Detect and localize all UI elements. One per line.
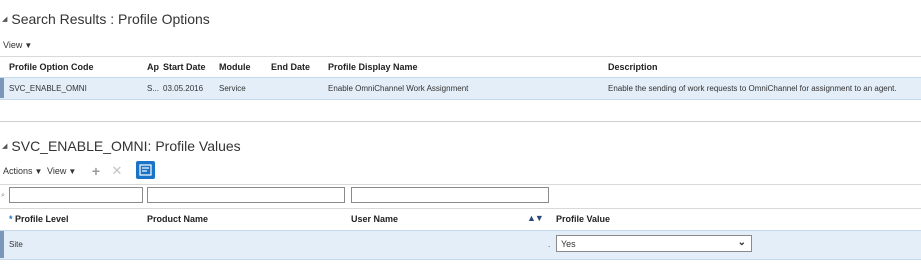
filter-user-name-input[interactable]: [351, 187, 549, 203]
filter-product-name-input[interactable]: [147, 187, 345, 203]
profile-value-select[interactable]: Yes ⌄: [556, 235, 752, 252]
cell-start-date: 03.05.2016: [163, 84, 204, 93]
chevron-down-icon: ▼: [24, 40, 33, 50]
col-header-profile-display-name[interactable]: Profile Display Name: [328, 62, 418, 72]
view-menu[interactable]: View ▼: [3, 40, 32, 50]
profile-values-header: ◢ SVC_ENABLE_OMNI: Profile Values: [2, 138, 241, 154]
cell-profile-level: Site: [9, 240, 23, 249]
query-by-example-button[interactable]: [136, 161, 155, 179]
filter-profile-level-input[interactable]: [9, 187, 143, 203]
search-results-header: ◢ Search Results : Profile Options: [2, 11, 210, 27]
section-divider: [0, 121, 921, 122]
collapse-triangle-icon[interactable]: ◢: [2, 142, 7, 150]
col-header-end-date[interactable]: End Date: [271, 62, 310, 72]
view-menu-label: View: [3, 40, 23, 50]
profile-value-selected: Yes: [561, 238, 576, 249]
chevron-down-icon: ▼: [34, 166, 43, 176]
view-menu-label: View: [47, 166, 67, 176]
col-header-product-name[interactable]: Product Name: [147, 214, 208, 224]
col-header-profile-level-label: Profile Level: [15, 214, 69, 224]
row-selection-marker: [0, 231, 4, 258]
col-header-ap[interactable]: Ap: [147, 62, 159, 72]
col-header-start-date[interactable]: Start Date: [163, 62, 206, 72]
divider: [0, 56, 921, 57]
sort-icon[interactable]: ▲▼: [527, 213, 544, 223]
table-row[interactable]: [0, 230, 921, 260]
cell-module: Service: [219, 84, 246, 93]
chevron-down-icon: ⌄: [737, 237, 746, 248]
delete-icon[interactable]: ✕: [111, 163, 123, 178]
actions-menu[interactable]: Actions ▼: [3, 166, 42, 176]
chevron-down-icon: ▼: [68, 166, 77, 176]
collapse-triangle-icon[interactable]: ◢: [2, 15, 7, 23]
required-marker: *: [9, 214, 13, 224]
filter-list-icon: [139, 164, 152, 176]
cell-profile-display-name: Enable OmniChannel Work Assignment: [328, 84, 469, 93]
cell-user-name: .: [548, 240, 551, 249]
view-menu[interactable]: View ▼: [47, 166, 76, 176]
col-header-user-name[interactable]: User Name: [351, 214, 398, 224]
cell-profile-option-code: SVC_ENABLE_OMNI: [9, 84, 87, 93]
cell-ap: S...: [147, 84, 160, 93]
col-header-profile-option-code[interactable]: Profile Option Code: [9, 62, 94, 72]
col-header-profile-level[interactable]: * Profile Level: [9, 214, 69, 224]
divider: [0, 208, 921, 209]
col-header-module[interactable]: Module: [219, 62, 251, 72]
actions-menu-label: Actions: [3, 166, 33, 176]
col-header-description[interactable]: Description: [608, 62, 658, 72]
profile-values-title: SVC_ENABLE_OMNI: Profile Values: [11, 138, 241, 154]
cell-description: Enable the sending of work requests to O…: [608, 84, 897, 93]
filter-row-icon: ⌕: [1, 192, 5, 199]
divider: [0, 184, 921, 185]
add-icon[interactable]: +: [90, 163, 102, 179]
col-header-profile-value[interactable]: Profile Value: [556, 214, 610, 224]
search-results-title: Search Results : Profile Options: [11, 11, 210, 27]
row-selection-marker: [0, 78, 4, 98]
